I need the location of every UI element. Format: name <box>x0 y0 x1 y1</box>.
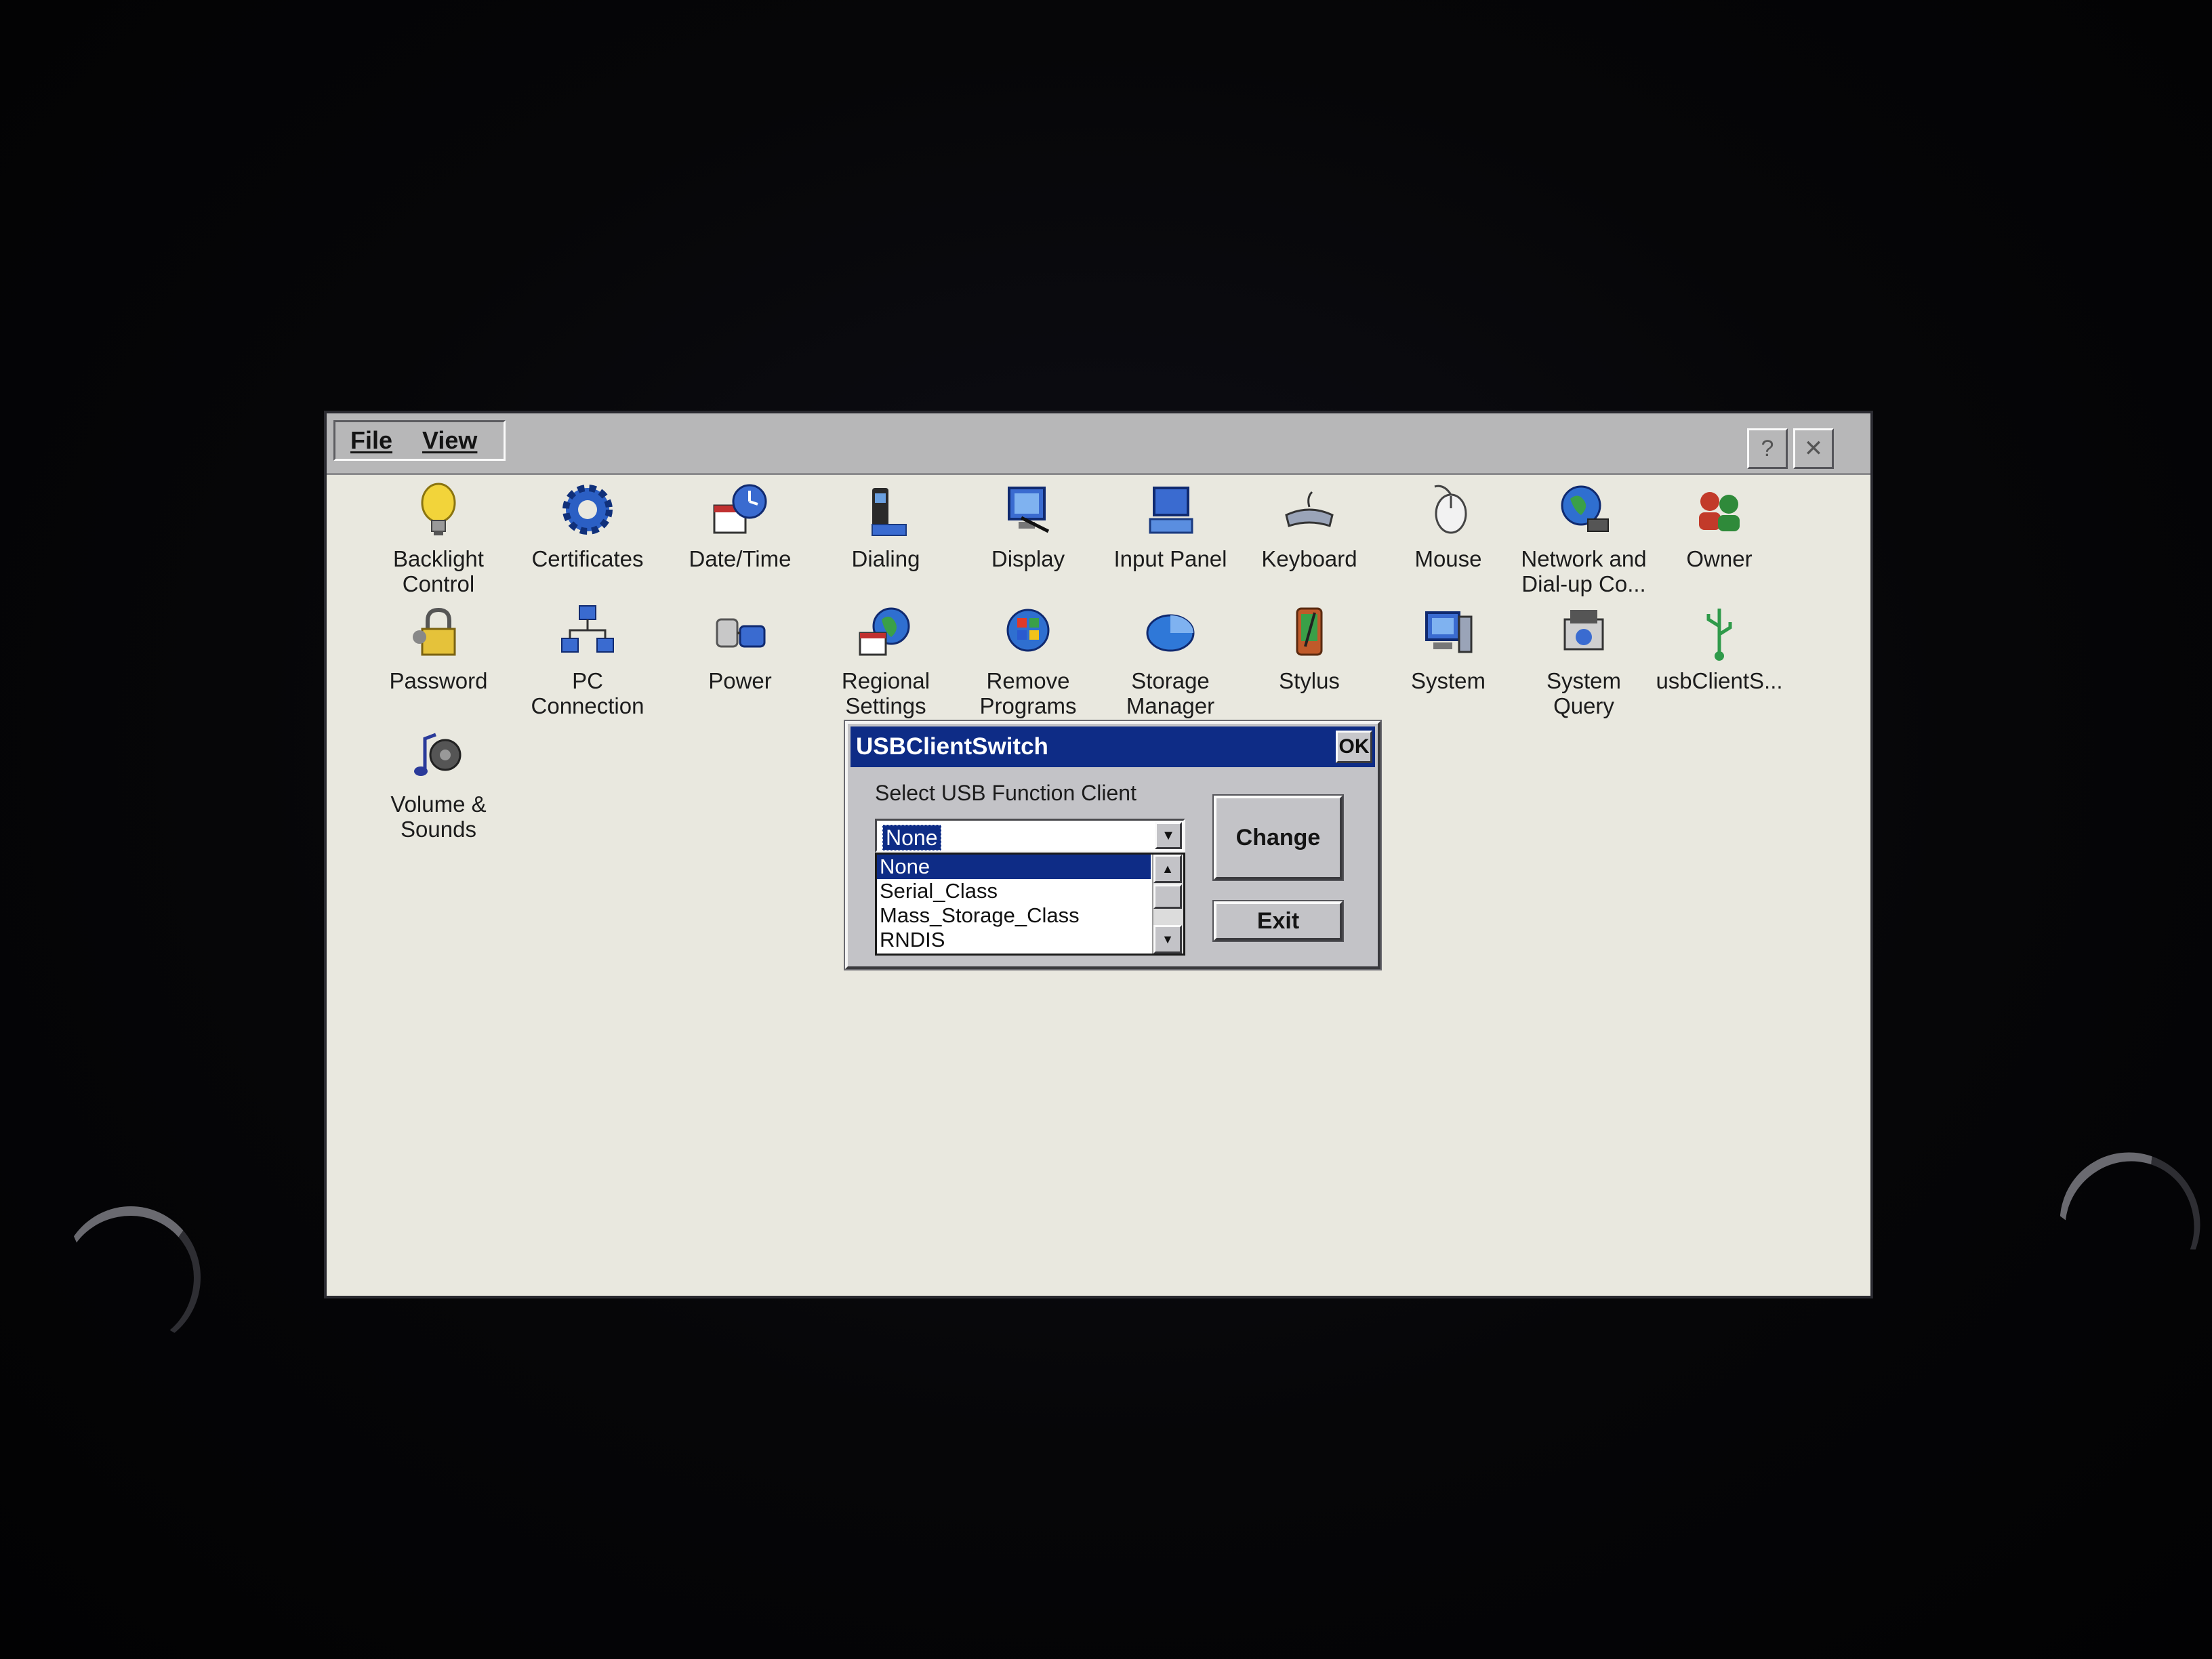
globe-calendar-icon <box>859 607 910 656</box>
command-bar: File View ? ✕ <box>327 413 1870 475</box>
power-icon <box>716 618 766 648</box>
stylus-icon <box>1296 607 1323 656</box>
chevron-down-icon: ▼ <box>1162 932 1174 946</box>
system-query-icon <box>1563 610 1604 651</box>
combo-dropdown-button[interactable]: ▼ <box>1155 822 1182 849</box>
applet-pc-connection[interactable]: PC Connection <box>516 595 659 718</box>
applet-label: Dialing <box>851 546 920 571</box>
dialog-title: USBClientSwitch <box>856 733 1048 760</box>
globe-network-icon <box>1561 485 1609 532</box>
close-button[interactable]: ✕ <box>1793 428 1834 469</box>
exit-button[interactable]: Exit <box>1214 901 1343 941</box>
applet-keyboard[interactable]: Keyboard <box>1238 473 1380 588</box>
list-item[interactable]: Serial_Class <box>877 879 1151 903</box>
applet-label: Stylus <box>1279 668 1340 693</box>
keyboard-monitor-icon <box>1149 487 1193 534</box>
list-item[interactable]: None <box>877 855 1151 879</box>
dialog-title-bar: USBClientSwitch OK <box>851 726 1375 767</box>
windows-flag-icon <box>1006 609 1050 652</box>
applet-password[interactable]: Password <box>367 595 510 710</box>
usb-function-prompt: Select USB Function Client <box>875 781 1136 805</box>
chevron-up-icon: ▲ <box>1162 861 1174 876</box>
pie-disk-icon <box>1146 614 1195 652</box>
applet-label: System Query <box>1546 668 1622 718</box>
applet-label: Volume & Sounds <box>390 792 487 842</box>
device-knob-left <box>61 1206 201 1349</box>
padlock-icon <box>413 607 456 656</box>
applet-label: Certificates <box>531 546 644 571</box>
usb-function-combo[interactable]: None ▼ <box>875 819 1185 853</box>
scroll-down-button[interactable]: ▼ <box>1153 925 1182 954</box>
applet-date-time[interactable]: Date/Time <box>669 473 811 588</box>
list-scrollbar[interactable]: ▲ ▼ <box>1152 855 1183 954</box>
gear-icon <box>562 485 613 535</box>
system-computer-icon <box>1425 611 1473 653</box>
applet-label: Display <box>991 546 1065 571</box>
applet-label: Date/Time <box>689 546 792 571</box>
applet-display[interactable]: Display <box>957 473 1099 588</box>
menu-view[interactable]: View <box>407 426 492 455</box>
applet-usb-client-switch[interactable]: usbClientS... <box>1648 595 1790 710</box>
menu-file[interactable]: File <box>335 426 407 455</box>
applet-remove-programs[interactable]: Remove Programs <box>957 595 1099 718</box>
usb-icon <box>1706 609 1732 661</box>
applet-label: Backlight Control <box>393 546 484 596</box>
applet-label: Password <box>389 668 488 693</box>
people-icon <box>1699 492 1740 531</box>
speaker-note-icon <box>414 733 462 776</box>
applet-label: System <box>1410 668 1486 693</box>
applet-label: Keyboard <box>1261 546 1357 571</box>
applet-power[interactable]: Power <box>669 595 811 710</box>
usb-client-switch-dialog: USBClientSwitch OK Select USB Function C… <box>845 721 1380 969</box>
ok-button[interactable]: OK <box>1336 731 1372 763</box>
calendar-clock-icon <box>713 484 767 534</box>
applet-label: Input Panel <box>1113 546 1227 571</box>
phone-icon <box>872 488 907 536</box>
applet-network-dialup[interactable]: Network and Dial-up Co... <box>1513 473 1655 596</box>
help-button[interactable]: ? <box>1747 428 1788 469</box>
change-button[interactable]: Change <box>1214 796 1343 880</box>
lightbulb-icon <box>421 483 456 535</box>
applet-regional-settings[interactable]: Regional Settings <box>815 595 957 718</box>
usb-function-dropdown-list: None Serial_Class Mass_Storage_Class RND… <box>875 853 1185 956</box>
list-item[interactable]: Mass_Storage_Class <box>877 903 1151 928</box>
scroll-up-button[interactable]: ▲ <box>1153 855 1182 883</box>
applet-volume-sounds[interactable]: Volume & Sounds <box>367 718 510 842</box>
applet-label: Regional Settings <box>841 668 930 718</box>
applet-label: Power <box>708 668 772 693</box>
applet-backlight-control[interactable]: Backlight Control <box>367 473 510 596</box>
keyboard-icon <box>1285 491 1334 527</box>
applet-label: PC Connection <box>531 668 644 718</box>
applet-label: Remove Programs <box>979 668 1077 718</box>
applet-mouse[interactable]: Mouse <box>1377 473 1519 588</box>
applet-label: Storage Manager <box>1126 668 1215 718</box>
applet-label: Mouse <box>1414 546 1482 571</box>
mouse-icon <box>1434 485 1467 534</box>
scroll-thumb[interactable] <box>1153 884 1182 909</box>
applet-dialing[interactable]: Dialing <box>815 473 957 588</box>
device-screen: File View ? ✕ Backlight Control Certific… <box>324 411 1873 1298</box>
menu-bar: File View <box>333 420 506 461</box>
applet-stylus[interactable]: Stylus <box>1238 595 1380 710</box>
applet-input-panel[interactable]: Input Panel <box>1099 473 1242 588</box>
list-item[interactable]: RNDIS <box>877 928 1151 952</box>
applet-label: usbClientS... <box>1656 668 1783 693</box>
pc-connection-icon <box>561 605 614 653</box>
applet-owner[interactable]: Owner <box>1648 473 1790 588</box>
applet-storage-manager[interactable]: Storage Manager <box>1099 595 1242 718</box>
applet-label: Owner <box>1686 546 1753 571</box>
applet-system[interactable]: System <box>1377 595 1519 710</box>
applet-label: Network and Dial-up Co... <box>1521 546 1647 596</box>
applet-certificates[interactable]: Certificates <box>516 473 659 588</box>
applet-system-query[interactable]: System Query <box>1513 595 1655 718</box>
chevron-down-icon: ▼ <box>1162 827 1175 843</box>
monitor-icon <box>1008 487 1050 533</box>
combo-selected-value: None <box>882 825 941 851</box>
